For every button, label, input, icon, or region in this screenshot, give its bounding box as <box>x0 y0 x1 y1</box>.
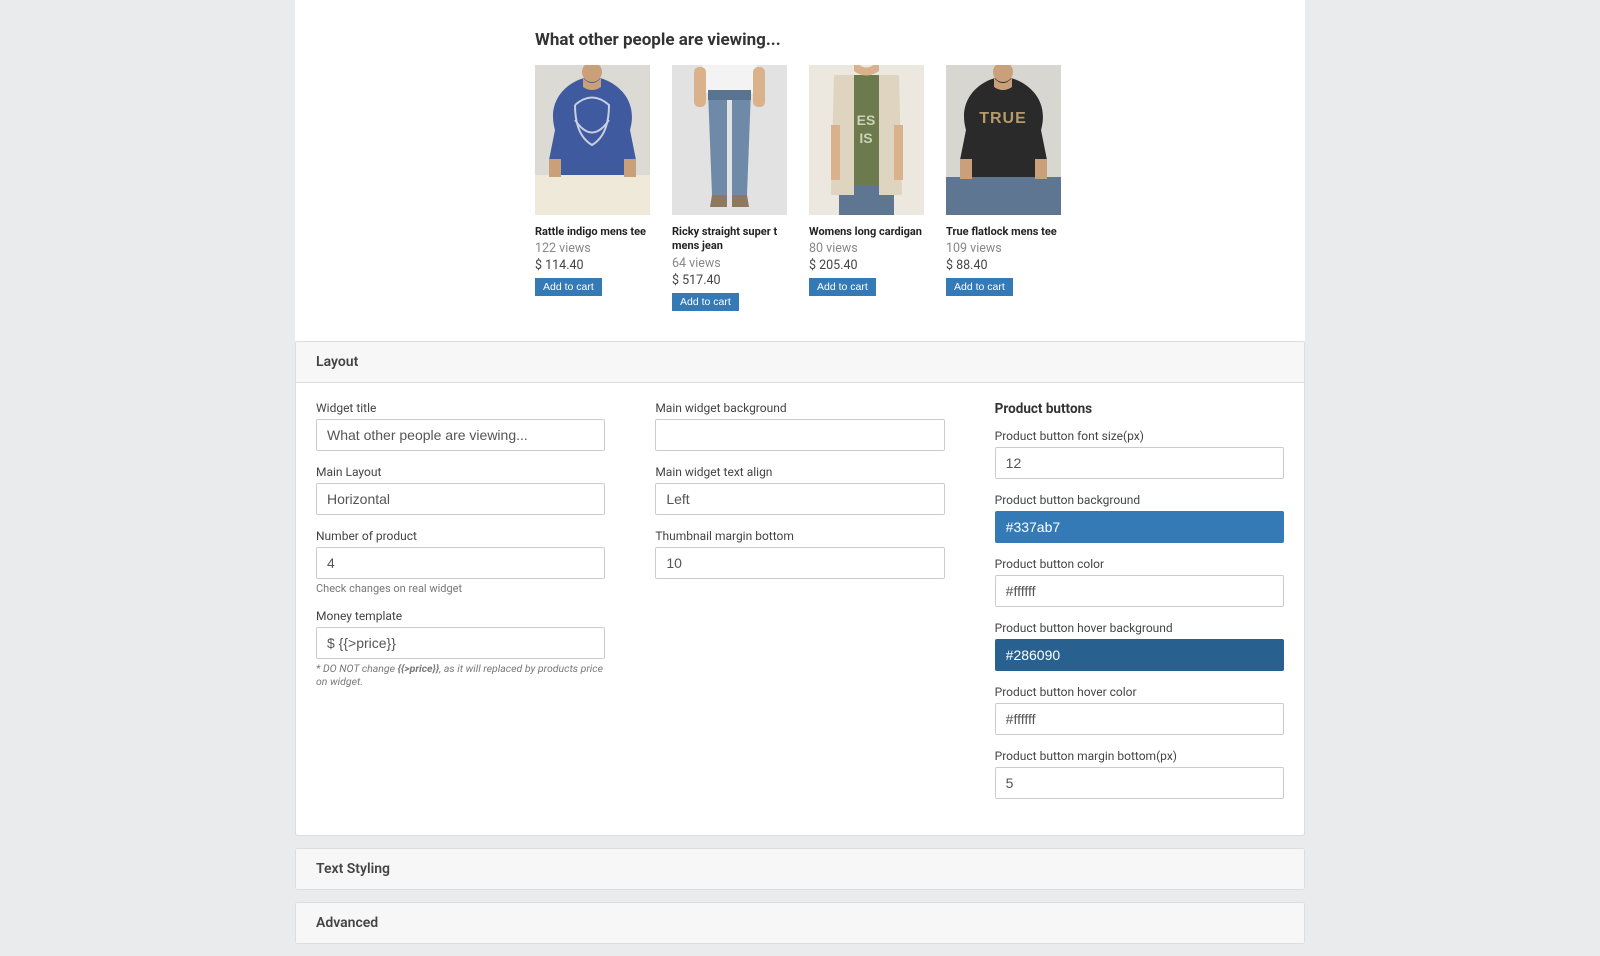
add-to-cart-button[interactable]: Add to cart <box>946 278 1013 296</box>
product-views: 122 views <box>535 241 650 256</box>
product-name: Ricky straight super t mens jean <box>672 225 787 254</box>
advanced-panel: Advanced <box>295 902 1305 944</box>
layout-col-3: Product buttons Product button font size… <box>995 401 1284 813</box>
btn-font-label: Product button font size(px) <box>995 429 1284 443</box>
number-of-product-help: Check changes on real widget <box>316 582 605 595</box>
product-price: $ 517.40 <box>672 273 787 288</box>
main-widget-bg-label: Main widget background <box>655 401 944 415</box>
number-of-product-label: Number of product <box>316 529 605 543</box>
money-template-input[interactable] <box>316 627 605 659</box>
product-thumbnail[interactable]: ES IS <box>809 65 924 215</box>
btn-font-input[interactable] <box>995 447 1284 479</box>
main-layout-input[interactable] <box>316 483 605 515</box>
layout-panel-header[interactable]: Layout <box>296 342 1304 383</box>
thumb-margin-input[interactable] <box>655 547 944 579</box>
btn-color-label: Product button color <box>995 557 1284 571</box>
product-item: TRUE True flatlock mens tee 109 views $ … <box>946 65 1061 311</box>
btn-bg-input[interactable] <box>995 511 1284 543</box>
product-name: Womens long cardigan <box>809 225 924 239</box>
main-widget-align-label: Main widget text align <box>655 465 944 479</box>
money-template-label: Money template <box>316 609 605 623</box>
layout-col-2: Main widget background Main widget text … <box>655 401 944 813</box>
btn-hover-bg-label: Product button hover background <box>995 621 1284 635</box>
product-views: 109 views <box>946 241 1061 256</box>
advanced-panel-header[interactable]: Advanced <box>296 903 1304 943</box>
add-to-cart-button[interactable]: Add to cart <box>535 278 602 296</box>
btn-margin-input[interactable] <box>995 767 1284 799</box>
btn-bg-label: Product button background <box>995 493 1284 507</box>
btn-hover-color-input[interactable] <box>995 703 1284 735</box>
main-layout-label: Main Layout <box>316 465 605 479</box>
product-name: True flatlock mens tee <box>946 225 1061 239</box>
text-styling-panel-header[interactable]: Text Styling <box>296 849 1304 889</box>
svg-text:ES: ES <box>857 112 876 128</box>
text-styling-panel: Text Styling <box>295 848 1305 890</box>
money-template-help: * DO NOT change {{>price}}, as it will r… <box>316 662 605 688</box>
layout-col-1: Widget title Main Layout Number of produ… <box>316 401 605 813</box>
product-thumbnail[interactable]: TRUE <box>946 65 1061 215</box>
add-to-cart-button[interactable]: Add to cart <box>672 293 739 311</box>
product-views: 64 views <box>672 256 787 271</box>
product-list: Rattle indigo mens tee 122 views $ 114.4… <box>535 65 1135 311</box>
thumb-margin-label: Thumbnail margin bottom <box>655 529 944 543</box>
btn-color-input[interactable] <box>995 575 1284 607</box>
product-buttons-heading: Product buttons <box>995 401 1284 417</box>
btn-hover-bg-input[interactable] <box>995 639 1284 671</box>
widget-title-label: Widget title <box>316 401 605 415</box>
product-item: ES IS Womens long cardigan 80 views $ 20… <box>809 65 924 311</box>
layout-panel: Layout Widget title Main Layout Number o… <box>295 341 1305 836</box>
product-item: Ricky straight super t mens jean 64 view… <box>672 65 787 311</box>
widget-title-input[interactable] <box>316 419 605 451</box>
svg-text:TRUE: TRUE <box>979 110 1027 127</box>
number-of-product-input[interactable] <box>316 547 605 579</box>
main-widget-bg-input[interactable] <box>655 419 944 451</box>
product-price: $ 205.40 <box>809 258 924 273</box>
product-thumbnail[interactable] <box>672 65 787 215</box>
preview-card: What other people are viewing... <box>295 0 1305 341</box>
product-views: 80 views <box>809 241 924 256</box>
svg-text:IS: IS <box>859 130 872 146</box>
preview-heading: What other people are viewing... <box>535 30 1135 50</box>
add-to-cart-button[interactable]: Add to cart <box>809 278 876 296</box>
btn-margin-label: Product button margin bottom(px) <box>995 749 1284 763</box>
btn-hover-color-label: Product button hover color <box>995 685 1284 699</box>
product-price: $ 114.40 <box>535 258 650 273</box>
main-widget-align-input[interactable] <box>655 483 944 515</box>
product-name: Rattle indigo mens tee <box>535 225 650 239</box>
product-price: $ 88.40 <box>946 258 1061 273</box>
product-thumbnail[interactable] <box>535 65 650 215</box>
product-item: Rattle indigo mens tee 122 views $ 114.4… <box>535 65 650 311</box>
